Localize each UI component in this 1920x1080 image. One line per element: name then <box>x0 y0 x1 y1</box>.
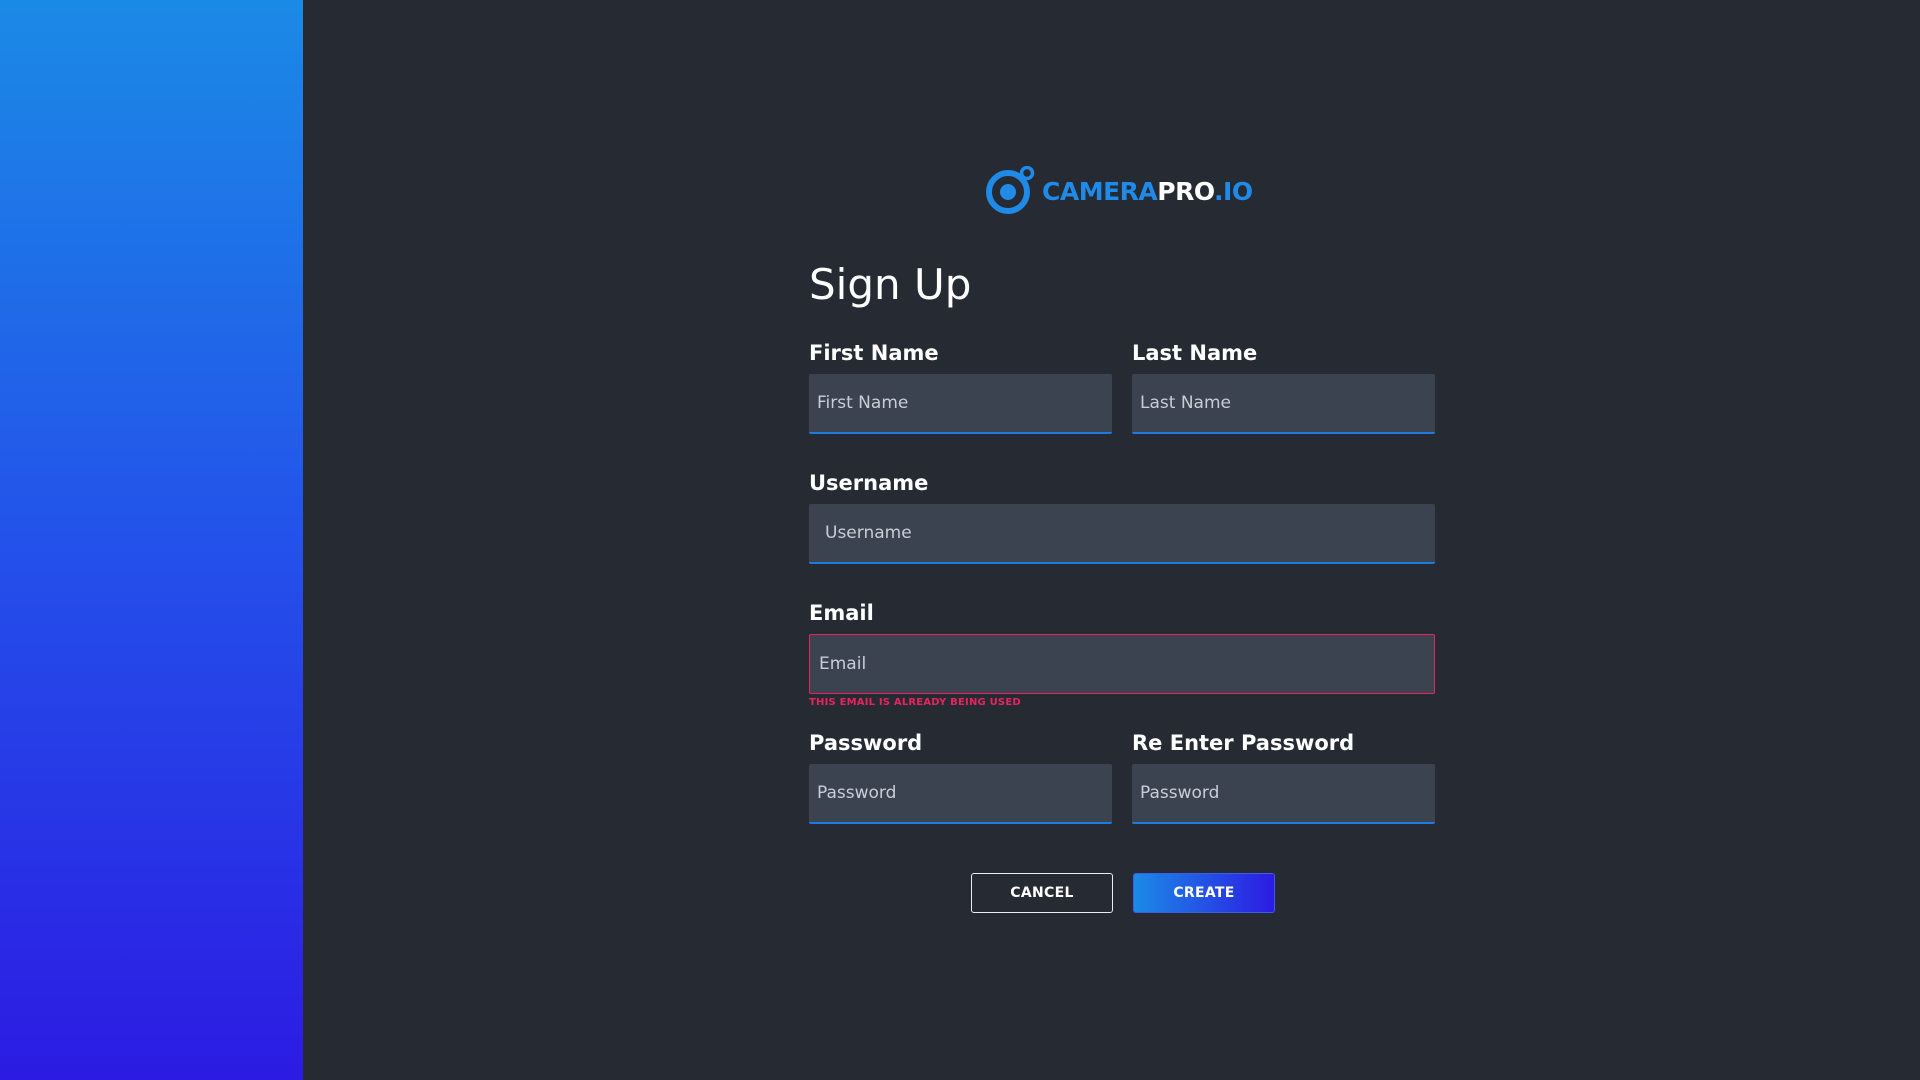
password-confirm-field-group: Re Enter Password <box>1132 728 1435 824</box>
email-field-group: Email THIS EMAIL IS ALREADY BEING USED <box>809 598 1435 710</box>
username-input[interactable] <box>809 504 1435 564</box>
signup-form: Sign Up First Name Last Name Username Em… <box>809 254 1435 824</box>
cancel-button[interactable]: CANCEL <box>971 873 1113 913</box>
email-label: Email <box>809 601 874 625</box>
camera-lens-icon <box>986 166 1036 216</box>
brand-logo: CAMERAPRO.IO <box>986 165 1253 217</box>
create-button[interactable]: CREATE <box>1133 873 1275 913</box>
password-input[interactable] <box>809 764 1112 824</box>
password-confirm-input[interactable] <box>1132 764 1435 824</box>
first-name-input[interactable] <box>809 374 1112 434</box>
main-panel: CAMERAPRO.IO Sign Up First Name Last Nam… <box>303 0 1920 1080</box>
email-error-message: THIS EMAIL IS ALREADY BEING USED <box>809 697 1021 708</box>
page-title: Sign Up <box>809 260 972 309</box>
email-input[interactable] <box>809 634 1435 694</box>
last-name-input[interactable] <box>1132 374 1435 434</box>
last-name-label: Last Name <box>1132 341 1258 365</box>
password-row: Password Re Enter Password <box>809 728 1435 824</box>
brand-name: CAMERAPRO.IO <box>1042 176 1253 206</box>
username-field-group: Username <box>809 468 1435 564</box>
last-name-field-group: Last Name <box>1132 338 1435 434</box>
username-label: Username <box>809 471 929 495</box>
form-actions: CANCEL CREATE <box>971 873 1275 913</box>
first-name-label: First Name <box>809 341 939 365</box>
password-confirm-label: Re Enter Password <box>1132 731 1355 755</box>
name-row: First Name Last Name <box>809 338 1435 434</box>
password-label: Password <box>809 731 923 755</box>
first-name-field-group: First Name <box>809 338 1112 434</box>
gradient-sidebar <box>0 0 303 1080</box>
password-field-group: Password <box>809 728 1112 824</box>
